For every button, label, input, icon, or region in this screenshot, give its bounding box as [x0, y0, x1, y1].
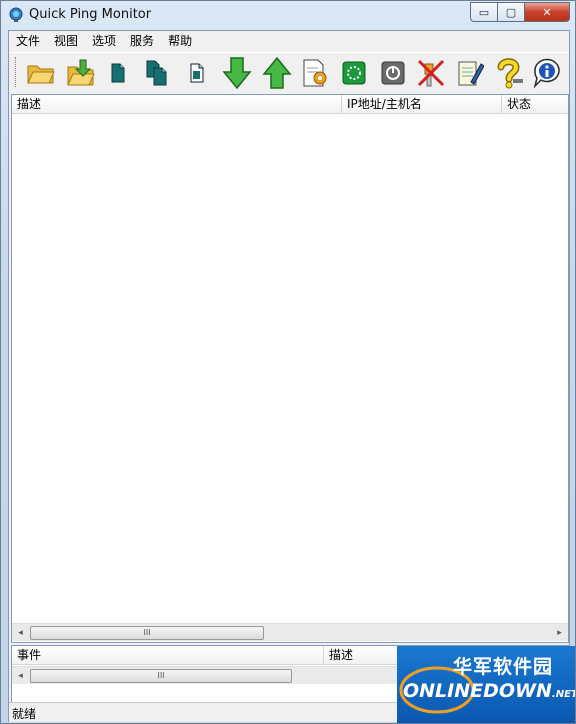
scroll-right-icon[interactable]: ▸	[551, 624, 568, 641]
column-description[interactable]: 描述	[12, 95, 342, 113]
menu-bar: 文件 视图 选项 服务 帮助	[9, 31, 569, 51]
watermark-cn-text: 华军软件园	[453, 656, 554, 678]
status-text: 就绪	[12, 707, 37, 721]
minimize-button[interactable]: ▭	[470, 2, 498, 22]
help-icon	[497, 58, 523, 89]
column-ip-hostname[interactable]: IP地址/主机名	[342, 95, 502, 113]
column-event[interactable]: 事件	[12, 646, 324, 664]
new-host-icon	[111, 63, 125, 83]
menu-file[interactable]: 文件	[9, 31, 47, 51]
edit-notes-button[interactable]	[454, 57, 486, 89]
close-icon: ✕	[542, 5, 552, 19]
open-folder-icon	[27, 65, 55, 84]
move-down-button[interactable]	[221, 57, 253, 89]
window-title: Quick Ping Monitor	[29, 7, 152, 22]
new-host-button[interactable]	[102, 57, 134, 89]
app-window: Quick Ping Monitor ▭ ▢ ✕ 文件 视图 选项 服务 帮助	[0, 0, 576, 724]
move-down-icon	[222, 57, 252, 89]
about-button[interactable]	[531, 57, 563, 89]
stop-service-button[interactable]	[377, 57, 409, 89]
minimize-icon: ▭	[478, 5, 490, 19]
open-file-button[interactable]	[65, 57, 97, 89]
move-up-button[interactable]	[261, 57, 293, 89]
start-service-button[interactable]	[338, 57, 370, 89]
open-folder-button[interactable]	[25, 57, 57, 89]
host-list-header: 描述 IP地址/主机名 状态	[12, 95, 568, 114]
move-up-icon	[262, 57, 292, 89]
watermark-en-main: ONLINEDOWN	[403, 680, 552, 702]
menu-service[interactable]: 服务	[123, 31, 161, 51]
maximize-icon: ▢	[505, 5, 517, 19]
new-document-icon	[190, 63, 204, 83]
new-document-button[interactable]	[181, 57, 213, 89]
about-icon	[533, 58, 560, 89]
host-list-scroll-thumb[interactable]: III	[30, 626, 264, 640]
watermark-en-suffix: .NET	[551, 689, 575, 700]
column-status[interactable]: 状态	[502, 95, 568, 113]
app-icon	[9, 7, 23, 22]
watermark-en-text: ONLINEDOWN.NET	[403, 680, 575, 702]
host-list[interactable]: 描述 IP地址/主机名 状态 ◂ III ▸	[11, 94, 569, 643]
maximize-button[interactable]: ▢	[498, 2, 525, 22]
properties-button[interactable]	[299, 57, 331, 89]
edit-notes-icon	[458, 61, 484, 86]
client-area: 文件 视图 选项 服务 帮助 描述 IP地址/主机名 状态 ◂ III ▸ 事件…	[8, 30, 570, 722]
close-button[interactable]: ✕	[525, 2, 570, 22]
start-service-icon	[342, 61, 366, 85]
scroll-left-icon[interactable]: ◂	[12, 624, 29, 641]
copy-host-button[interactable]	[141, 57, 173, 89]
toolbar	[9, 52, 569, 93]
menu-help[interactable]: 帮助	[161, 31, 199, 51]
title-bar[interactable]: Quick Ping Monitor ▭ ▢ ✕	[1, 1, 575, 30]
help-button[interactable]	[493, 57, 525, 89]
scroll-left-icon[interactable]: ◂	[12, 667, 29, 684]
stop-service-icon	[381, 61, 405, 85]
disconnect-icon	[417, 59, 445, 87]
host-list-hscrollbar[interactable]: ◂ III ▸	[12, 623, 568, 641]
toolbar-grip[interactable]	[15, 57, 19, 87]
watermark-logo: 华军软件园 ONLINEDOWN.NET	[397, 646, 575, 723]
menu-view[interactable]: 视图	[47, 31, 85, 51]
properties-icon	[303, 59, 327, 87]
disconnect-button[interactable]	[415, 57, 447, 89]
menu-options[interactable]: 选项	[85, 31, 123, 51]
event-list-scroll-thumb[interactable]: III	[30, 669, 292, 683]
copy-host-icon	[146, 60, 167, 86]
open-file-icon	[67, 59, 95, 86]
